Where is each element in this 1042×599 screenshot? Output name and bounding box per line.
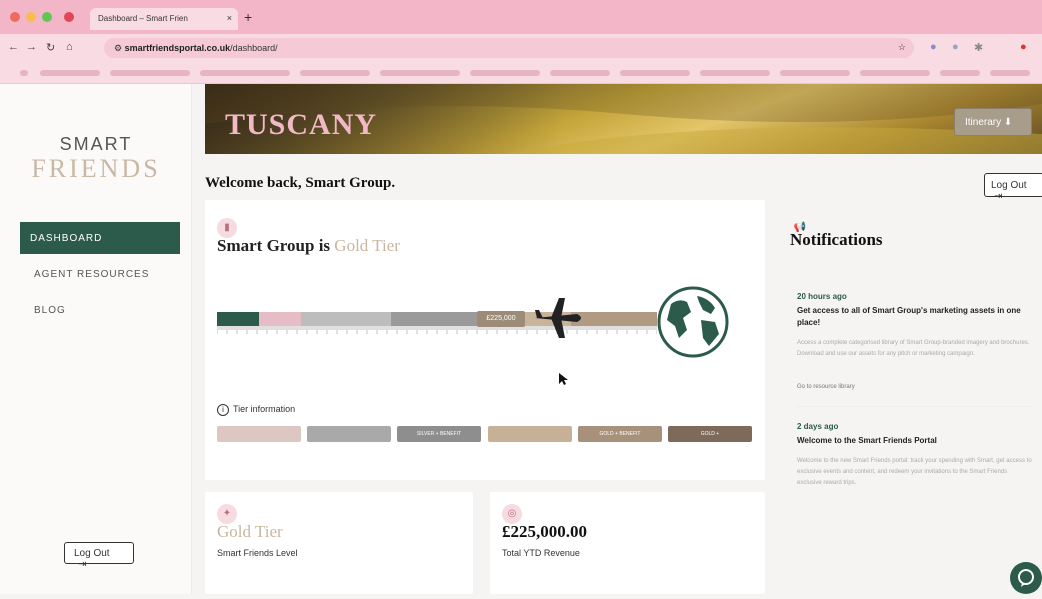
logo-friends[interactable]: FRIENDS <box>0 154 192 184</box>
browser-toolbar: ← → ↻ ⌂ ⚙ smartfriendsportal.co.uk/dashb… <box>0 34 1042 62</box>
bookmark-item[interactable] <box>300 70 370 76</box>
divider <box>797 406 1032 407</box>
notification-time: 2 days ago <box>797 422 839 431</box>
extensions-puzzle-icon[interactable]: ✱ <box>974 41 983 54</box>
tier-heading-tier: Gold Tier <box>334 236 400 255</box>
hero-title: TUSCANY <box>225 108 378 141</box>
bookmark-item[interactable] <box>110 70 190 76</box>
bookmarks-bar <box>0 62 1042 84</box>
bookmark-item[interactable] <box>550 70 610 76</box>
logout-label: Log Out <box>74 548 110 559</box>
sidebar-item-agent-resources[interactable]: AGENT RESOURCES <box>20 258 180 290</box>
bookmark-item[interactable] <box>700 70 770 76</box>
browser-profile-icon[interactable] <box>64 12 74 22</box>
notification-time: 20 hours ago <box>797 292 847 301</box>
sidebar: SMART FRIENDS DASHBOARD AGENT RESOURCES … <box>0 84 192 594</box>
notification-headline[interactable]: Welcome to the Smart Friends Portal <box>797 435 1032 447</box>
bookmark-item[interactable] <box>780 70 850 76</box>
tier-button[interactable] <box>488 426 572 442</box>
chat-launcher-button[interactable] <box>1010 562 1042 594</box>
hero-banner: TUSCANY Itinerary ⬇ <box>205 84 1042 154</box>
reload-icon[interactable]: ↻ <box>46 41 55 54</box>
back-icon[interactable]: ← <box>8 41 19 53</box>
home-icon[interactable]: ⌂ <box>66 41 73 53</box>
current-value-badge: £225,000 <box>477 311 525 327</box>
forward-icon[interactable]: → <box>26 41 37 53</box>
tier-button[interactable] <box>307 426 391 442</box>
coins-icon: ◎ <box>502 504 522 524</box>
tier-heading-prefix: Smart Group is <box>217 236 335 255</box>
logout-icon: ⇥ <box>78 559 87 570</box>
logout-label: Log Out <box>991 180 1027 191</box>
browser-tab-bar: Dashboard – Smart Frien × + <box>0 0 1042 34</box>
level-value: Gold Tier <box>217 522 283 541</box>
bookmark-item[interactable] <box>860 70 930 76</box>
close-window-button[interactable] <box>10 12 20 22</box>
notification-headline[interactable]: Get access to all of Smart Group's marke… <box>797 305 1032 329</box>
info-icon: i <box>217 404 229 416</box>
bookmark-item[interactable] <box>40 70 100 76</box>
globe-icon <box>657 286 729 358</box>
chat-bubble-icon <box>1018 569 1034 587</box>
bookmark-item[interactable] <box>200 70 290 76</box>
minimize-window-button[interactable] <box>26 12 36 22</box>
notification-body: Access a complete categorised library of… <box>797 340 1030 357</box>
revenue-card: ◎ £225,000.00 Total YTD Revenue <box>490 492 765 594</box>
chart-icon: ▮ <box>217 218 237 238</box>
progress-segment <box>301 312 391 326</box>
progress-segment <box>217 312 259 326</box>
tier-progress-bar <box>217 312 657 326</box>
tier-button[interactable]: SILVER + BENEFIT <box>397 426 481 442</box>
new-tab-icon[interactable]: + <box>244 9 252 25</box>
lightbulb-icon: ✦ <box>217 504 237 524</box>
tier-card: ▮ Smart Group is Gold Tier £225,000 i Tie… <box>205 200 765 480</box>
tier-information-toggle[interactable]: i Tier information <box>217 404 295 416</box>
sidebar-logout-button[interactable]: Log Out ⇥ <box>64 542 134 570</box>
tier-button[interactable] <box>217 426 301 442</box>
extension-icon[interactable]: ● <box>952 41 959 53</box>
url-path: /dashboard/ <box>230 43 278 53</box>
maximize-window-button[interactable] <box>42 12 52 22</box>
address-bar[interactable]: ⚙ smartfriendsportal.co.uk/dashboard/ ☆ <box>104 38 914 58</box>
notification-body: Welcome to the new Smart Friends portal:… <box>797 458 1032 486</box>
tab-title: Dashboard – Smart Frien <box>98 14 188 23</box>
browser-tab-dashboard[interactable]: Dashboard – Smart Frien × <box>90 8 238 30</box>
bookmark-item[interactable] <box>470 70 540 76</box>
progress-segment <box>259 312 301 326</box>
revenue-value: £225,000.00 <box>502 522 587 541</box>
site-info-icon[interactable]: ⚙ <box>114 43 125 53</box>
extension-icon[interactable]: ● <box>930 41 937 53</box>
resource-library-link[interactable]: Go to resource library <box>797 384 855 390</box>
bookmark-item[interactable] <box>380 70 460 76</box>
profile-avatar-icon[interactable]: ● <box>1020 41 1027 53</box>
sidebar-item-blog[interactable]: BLOG <box>20 294 180 326</box>
welcome-heading: Welcome back, Smart Group. <box>205 175 396 191</box>
bookmark-star-icon[interactable]: ☆ <box>898 42 906 53</box>
level-label: Smart Friends Level <box>217 548 298 558</box>
level-card: ✦ Gold Tier Smart Friends Level <box>205 492 473 594</box>
notifications-panel: 📢 Notifications 20 hours ago Get access … <box>785 200 1042 530</box>
logo-smart[interactable]: SMART <box>0 134 192 155</box>
url-host: smartfriendsportal.co.uk <box>124 43 231 53</box>
tier-heading: Smart Group is Gold Tier <box>217 236 400 256</box>
airplane-icon <box>535 298 581 338</box>
itinerary-download-button[interactable]: Itinerary ⬇ <box>954 108 1032 136</box>
tier-button[interactable]: GOLD + <box>668 426 752 442</box>
bookmark-item[interactable] <box>990 70 1030 76</box>
progress-segment <box>391 312 481 326</box>
progress-ticks <box>217 326 657 334</box>
notifications-heading: Notifications <box>790 230 883 249</box>
tier-button[interactable]: GOLD + BENEFIT <box>578 426 662 442</box>
sidebar-item-dashboard[interactable]: DASHBOARD <box>20 222 180 254</box>
bookmark-item[interactable] <box>940 70 980 76</box>
header-logout-button[interactable]: Log Out ⇥ <box>984 173 1042 202</box>
mouse-cursor <box>559 373 568 385</box>
tier-info-label: Tier information <box>233 404 296 414</box>
close-tab-icon[interactable]: × <box>227 13 232 23</box>
bookmark-item[interactable] <box>20 70 28 76</box>
bookmark-item[interactable] <box>620 70 690 76</box>
revenue-label: Total YTD Revenue <box>502 548 580 558</box>
